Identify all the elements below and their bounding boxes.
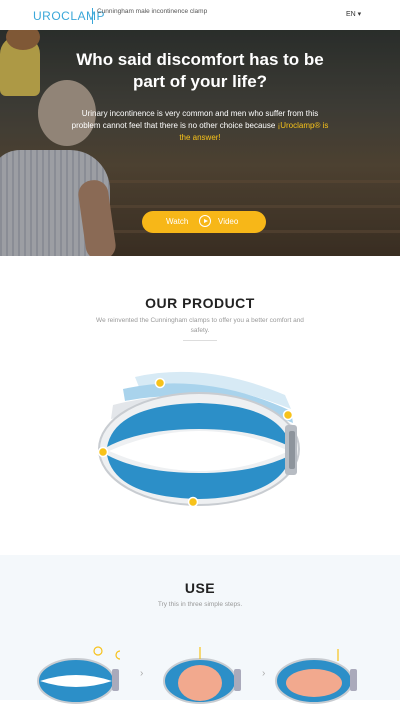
header-tagline: Cunningham male incontinence clamp [97, 8, 208, 15]
step-body-shape [178, 665, 222, 701]
step-clamp-hinge [234, 669, 241, 691]
hotspot-marker[interactable] [187, 496, 199, 508]
title-divider [183, 340, 217, 341]
play-icon [199, 215, 211, 227]
video-label: Video [218, 217, 239, 226]
language-selector[interactable]: EN ▾ [346, 10, 361, 18]
use-subtitle: Try this in three simple steps. [157, 601, 243, 608]
watch-label: Watch [166, 217, 189, 226]
hero-banner: Who said discomfort has to be part of yo… [0, 30, 400, 256]
clamp-hinge-detail [289, 431, 295, 469]
logo[interactable]: UROCLAMP [33, 9, 105, 23]
clamp-product-image [97, 371, 300, 508]
step-body-shape [286, 669, 342, 697]
step-2-illustration [163, 647, 241, 704]
hotspot-marker[interactable] [282, 409, 294, 421]
step-clamp-hinge [112, 669, 119, 691]
watch-video-button[interactable]: Watch Video [142, 211, 266, 233]
hotspot-marker[interactable] [154, 377, 166, 389]
hero-title: Who said discomfort has to be part of yo… [76, 50, 324, 91]
step-3-illustration [275, 649, 357, 704]
step-1-illustration [37, 646, 120, 704]
step-hint-icon [93, 646, 103, 656]
use-title: USE [184, 580, 216, 596]
step-arrow-icon: › [140, 668, 144, 679]
site-header: UROCLAMP Cunningham male incontinence cl… [0, 0, 400, 31]
product-title: OUR PRODUCT [145, 295, 255, 311]
step-arrow-icon: › [262, 668, 266, 679]
header-divider [92, 8, 93, 24]
hero-text: Urinary incontinence is very common and … [70, 108, 330, 144]
product-subtitle: We reinvented the Cunningham clamps to o… [96, 317, 304, 334]
step-clamp-hinge [350, 669, 357, 691]
hotspot-marker[interactable] [97, 446, 109, 458]
step-hint-icon [115, 650, 120, 660]
